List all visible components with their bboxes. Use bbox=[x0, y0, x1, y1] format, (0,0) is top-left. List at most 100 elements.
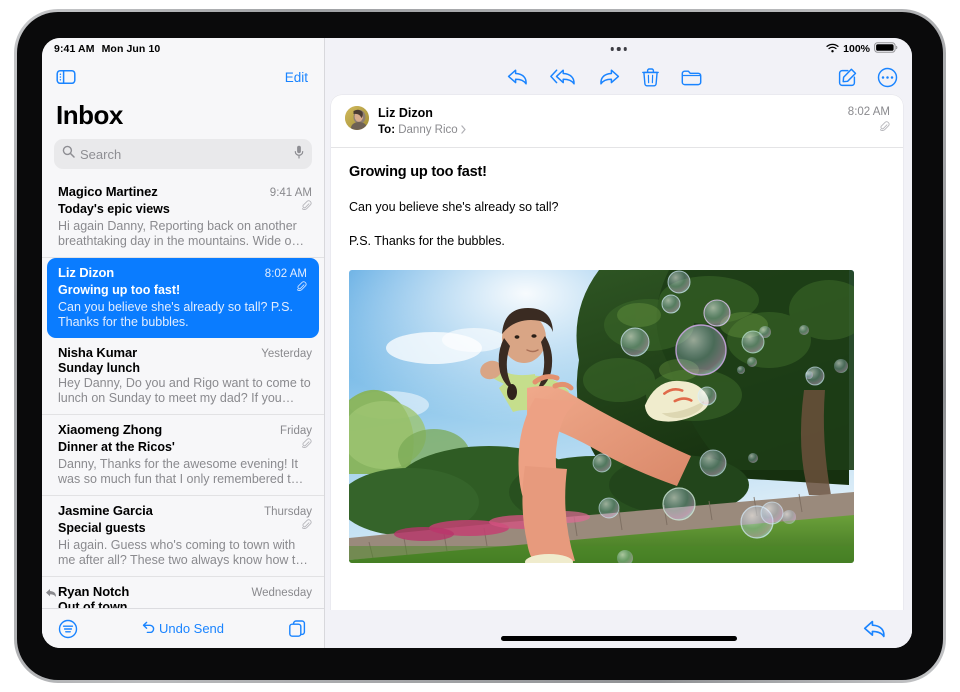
paperclip-icon bbox=[295, 281, 307, 299]
message-actions-group bbox=[461, 67, 702, 87]
undo-send-label: Undo Send bbox=[158, 621, 225, 636]
message-from-name: Liz Dizon bbox=[378, 106, 433, 120]
forward-button[interactable] bbox=[599, 68, 620, 86]
message-photo-attachment[interactable]: girl leaping outdoors among soap bubbles… bbox=[349, 270, 854, 563]
battery-full-icon bbox=[874, 40, 898, 58]
mail-sidebar: 9:41 AM Mon Jun 10 Edit Inbox Search Mag… bbox=[42, 38, 325, 648]
mail-list-item[interactable]: Magico Martinez 9:41 AM Today's epic views… bbox=[42, 177, 324, 258]
mail-list-item[interactable]: Ryan NotchWednesdayOut of townHowdy, nei… bbox=[42, 577, 324, 608]
mail-item-subject: Special guests bbox=[58, 521, 146, 535]
message-header-meta: 8:02 AM bbox=[848, 106, 890, 139]
mail-item-subject: Today's epic views bbox=[58, 202, 170, 216]
copy-windows-icon[interactable] bbox=[288, 619, 308, 639]
wifi-icon bbox=[826, 40, 839, 58]
message-to-label: To: bbox=[378, 124, 396, 136]
mail-item-date: Yesterday bbox=[261, 348, 312, 360]
mail-item-sender: Xiaomeng Zhong bbox=[58, 422, 163, 437]
page-title: Inbox bbox=[56, 100, 123, 130]
more-options-button[interactable] bbox=[877, 67, 898, 88]
mail-item-header: Xiaomeng Zhong Friday bbox=[58, 422, 312, 437]
mail-item-subject: Out of town bbox=[58, 600, 128, 608]
sidebar-top-toolbar: Edit bbox=[42, 60, 324, 94]
reply-button-bottom[interactable] bbox=[863, 619, 886, 639]
message-body: Growing up too fast! Can you believe she… bbox=[331, 148, 903, 610]
home-indicator[interactable] bbox=[500, 636, 737, 641]
message-to-name: Danny Rico bbox=[398, 124, 458, 136]
mail-item-sender: Magico Martinez bbox=[58, 184, 158, 199]
multitasking-dots-icon[interactable] bbox=[610, 47, 627, 51]
search-icon bbox=[62, 145, 75, 163]
mail-item-header: Nisha Kumar Yesterday bbox=[58, 345, 312, 360]
mail-list-item[interactable]: Liz Dizon 8:02 AM Growing up too fast! Can … bbox=[47, 258, 319, 338]
mail-item-subject-row: Dinner at the Ricos' bbox=[58, 438, 312, 456]
search-placeholder: Search bbox=[80, 146, 122, 162]
ipad-device-frame: 9:41 AM Mon Jun 10 Edit Inbox Search Mag… bbox=[14, 9, 946, 683]
paperclip-icon bbox=[300, 519, 312, 537]
mail-item-date: 9:41 AM bbox=[269, 187, 312, 199]
mail-item-sender: Nisha Kumar bbox=[58, 345, 138, 360]
status-bar-right: 100% bbox=[325, 38, 912, 60]
search-container: Search bbox=[42, 137, 324, 177]
chevron-right-icon bbox=[461, 124, 466, 136]
message-toolbar bbox=[325, 60, 912, 94]
mail-item-subject: Sunday lunch bbox=[58, 361, 140, 375]
mail-item-header: Ryan Notch Wednesday bbox=[58, 584, 312, 599]
message-paragraph-1: Can you believe she's already so tall? bbox=[349, 200, 559, 214]
message-bottom-toolbar bbox=[325, 610, 912, 648]
mail-item-preview: Hi again. Guess who's coming to town wit… bbox=[58, 538, 308, 567]
message-card: Liz Dizon To: Danny Rico 8:02 AM Growing… bbox=[331, 95, 903, 610]
mail-item-header: Liz Dizon 8:02 AM bbox=[58, 265, 307, 280]
edit-button[interactable]: Edit bbox=[285, 70, 308, 85]
mail-item-date: 8:02 AM bbox=[264, 268, 307, 280]
reply-all-button[interactable] bbox=[550, 68, 577, 86]
ipad-screen: 9:41 AM Mon Jun 10 Edit Inbox Search Mag… bbox=[42, 38, 912, 648]
mail-message-list[interactable]: Magico Martinez 9:41 AM Today's epic views… bbox=[42, 177, 324, 608]
message-detail-pane: 100% Liz Dizon To: Danny Rico 8:02 AM Gr… bbox=[325, 38, 912, 648]
mail-item-sender: Ryan Notch bbox=[58, 584, 130, 599]
mail-item-preview: Hi again Danny, Reporting back on anothe… bbox=[58, 219, 304, 248]
replied-arrow-icon bbox=[45, 585, 57, 603]
mail-item-preview: Hey Danny, Do you and Rigo want to come … bbox=[58, 376, 311, 405]
sidebar-bottom-toolbar: Undo Send bbox=[42, 608, 324, 648]
mail-item-subject-row: Today's epic views bbox=[58, 200, 312, 218]
mail-item-preview: Danny, Thanks for the awesome evening! I… bbox=[58, 457, 304, 486]
undo-send-button[interactable]: Undo Send bbox=[142, 621, 224, 636]
undo-arrow-icon bbox=[142, 621, 155, 636]
status-bar-time: 9:41 AM bbox=[54, 43, 95, 55]
mail-item-header: Magico Martinez 9:41 AM bbox=[58, 184, 312, 199]
paperclip-icon bbox=[848, 121, 890, 139]
mail-item-sender: Jasmine Garcia bbox=[58, 503, 153, 518]
mail-item-subject: Growing up too fast! bbox=[58, 283, 181, 297]
mail-item-date: Friday bbox=[280, 425, 312, 437]
compose-button[interactable] bbox=[838, 68, 857, 87]
mail-item-subject-row: Sunday lunch bbox=[58, 361, 312, 375]
message-to-line[interactable]: To: Danny Rico bbox=[378, 124, 466, 136]
mail-item-header: Jasmine Garcia Thursday bbox=[58, 503, 312, 518]
paperclip-icon bbox=[300, 200, 312, 218]
mail-item-subject-row: Growing up too fast! bbox=[58, 281, 307, 299]
message-header[interactable]: Liz Dizon To: Danny Rico 8:02 AM bbox=[331, 95, 903, 148]
mail-item-subject: Dinner at the Ricos' bbox=[58, 440, 175, 454]
paperclip-icon bbox=[300, 438, 312, 456]
mail-item-date: Wednesday bbox=[251, 587, 312, 599]
mail-item-subject-row: Out of town bbox=[58, 600, 312, 608]
status-bar-left: 9:41 AM Mon Jun 10 bbox=[42, 38, 324, 60]
message-paragraph-2: P.S. Thanks for the bubbles. bbox=[349, 234, 505, 248]
filter-lines-circle-icon[interactable] bbox=[58, 619, 78, 639]
move-to-folder-button[interactable] bbox=[681, 69, 702, 86]
mail-list-item[interactable]: Xiaomeng Zhong Friday Dinner at the Ricos'… bbox=[42, 415, 324, 496]
message-subject: Growing up too fast! bbox=[349, 164, 487, 180]
mail-item-sender: Liz Dizon bbox=[58, 265, 115, 280]
message-sender-block: Liz Dizon To: Danny Rico bbox=[378, 106, 889, 138]
status-bar-date: Mon Jun 10 bbox=[101, 43, 161, 55]
mail-item-date: Thursday bbox=[264, 506, 312, 518]
microphone-icon[interactable] bbox=[294, 145, 304, 164]
search-input[interactable]: Search bbox=[54, 139, 312, 169]
mail-list-item[interactable]: Jasmine Garcia Thursday Special guests Hi a… bbox=[42, 496, 324, 577]
reply-button[interactable] bbox=[507, 68, 528, 86]
mail-item-subject-row: Special guests bbox=[58, 519, 312, 537]
delete-button[interactable] bbox=[642, 67, 659, 87]
avatar bbox=[345, 106, 369, 130]
sidebar-toggle-icon[interactable] bbox=[56, 69, 76, 85]
mail-list-item[interactable]: Nisha Kumar Yesterday Sunday lunch Hey Dann… bbox=[42, 338, 324, 415]
